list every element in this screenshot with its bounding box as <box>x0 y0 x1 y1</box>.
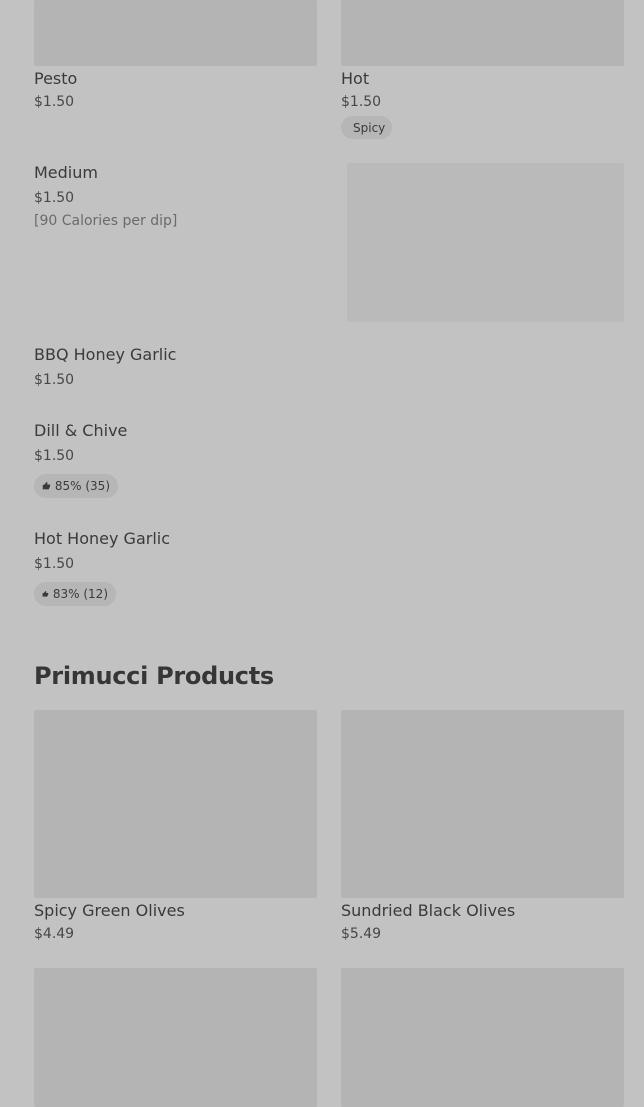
section-title-primucci: Primucci Products <box>34 662 274 690</box>
spicy-badge: Spicy <box>341 116 393 139</box>
medium-image[interactable] <box>347 163 624 322</box>
bbq-honey-garlic-name[interactable]: BBQ Honey Garlic <box>34 345 176 364</box>
medium-name[interactable]: Medium <box>34 163 98 182</box>
sundried-black-olives-name[interactable]: Sundried Black Olives <box>341 901 515 920</box>
pesto-name[interactable]: Pesto <box>34 69 77 88</box>
pesto-price: $1.50 <box>34 94 75 110</box>
dill-chive-name[interactable]: Dill & Chive <box>34 421 127 440</box>
dill-chive-rating: 85% (35) <box>34 474 118 498</box>
hot-honey-garlic-price: $1.50 <box>34 556 75 572</box>
sundried-black-olives-image[interactable] <box>341 710 624 898</box>
thumbs-up-icon <box>42 590 49 597</box>
dill-chive-rating-label: 85% (35) <box>54 479 110 493</box>
product-image[interactable] <box>34 968 317 1107</box>
spicy-green-olives-name[interactable]: Spicy Green Olives <box>34 901 185 920</box>
hot-honey-garlic-name[interactable]: Hot Honey Garlic <box>34 529 170 548</box>
hot-honey-garlic-rating: 83% (12) <box>34 582 116 606</box>
hot-image[interactable] <box>341 0 624 66</box>
spicy-badge-label: Spicy <box>353 120 386 135</box>
product-image[interactable] <box>341 968 624 1107</box>
bbq-honey-garlic-price: $1.50 <box>34 372 75 388</box>
spicy-green-olives-price: $4.49 <box>34 926 75 942</box>
medium-calories: [90 Calories per dip] <box>34 213 178 229</box>
spicy-green-olives-image[interactable] <box>34 710 317 898</box>
pesto-image[interactable] <box>34 0 317 66</box>
thumbs-up-icon <box>42 481 51 490</box>
dill-chive-price: $1.50 <box>34 448 75 464</box>
hot-name[interactable]: Hot <box>341 69 369 88</box>
sundried-black-olives-price: $5.49 <box>341 926 382 942</box>
medium-price: $1.50 <box>34 190 75 206</box>
hot-honey-garlic-rating-label: 83% (12) <box>52 587 108 601</box>
hot-price: $1.50 <box>341 94 382 110</box>
